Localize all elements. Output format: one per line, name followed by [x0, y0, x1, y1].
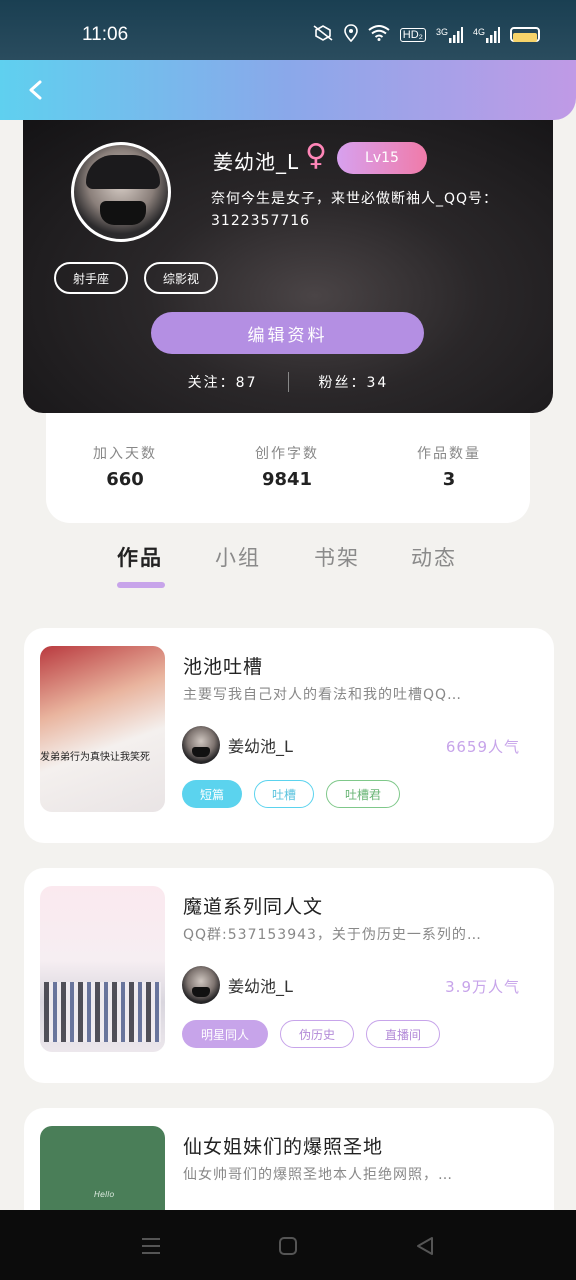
- stat-works-count: 作品数量 3: [389, 443, 509, 490]
- author-avatar: [182, 966, 220, 1004]
- stat-value: 660: [106, 469, 144, 490]
- back-triangle-icon: [417, 1237, 433, 1255]
- work-card[interactable]: 魔道系列同人文 QQ群:537153943，关于伪历史一系列的… 姜幼池_L 3…: [24, 868, 554, 1083]
- work-description: QQ群:537153943，关于伪历史一系列的…: [183, 927, 482, 943]
- username: 姜幼池_L: [213, 150, 300, 174]
- active-tab-indicator: [117, 582, 165, 588]
- stat-label: 加入天数: [93, 446, 157, 462]
- stat-value: 9841: [261, 469, 313, 490]
- work-author[interactable]: 姜幼池_L: [182, 966, 293, 1004]
- profile-bio: 奈何今生是女子，来世必做断袖人_QQ号：3122357716: [211, 191, 499, 229]
- work-tag[interactable]: 吐槽: [254, 780, 314, 808]
- stat-value: 3: [442, 469, 456, 490]
- work-tag[interactable]: 伪历史: [280, 1020, 354, 1048]
- work-popularity: 3.9万人气: [445, 978, 520, 996]
- profile-tags: 射手座 综影视: [54, 262, 218, 294]
- stat-word-count: 创作字数 9841: [227, 443, 347, 490]
- tab-groups[interactable]: 小组: [215, 542, 261, 572]
- profile-tag-interest[interactable]: 综影视: [144, 262, 218, 294]
- tab-works[interactable]: 作品: [117, 542, 163, 572]
- author-name: 姜幼池_L: [228, 977, 293, 996]
- work-cover-image[interactable]: [40, 886, 165, 1052]
- menu-icon: [142, 1238, 160, 1254]
- avatar[interactable]: [71, 142, 171, 242]
- header-bar: [0, 60, 576, 120]
- work-tags: 短篇 吐槽 吐槽君: [182, 780, 400, 808]
- work-card[interactable]: 发弟弟行为真快让我笑死 池池吐槽 主要写我自己对人的看法和我的吐槽QQ… 姜幼池…: [24, 628, 554, 843]
- hd-badge-icon: HD₂: [399, 27, 426, 42]
- work-tag[interactable]: 明星同人: [182, 1020, 268, 1048]
- profile-tag-zodiac[interactable]: 射手座: [54, 262, 128, 294]
- home-nav-button[interactable]: [274, 1232, 302, 1260]
- signal-3g-icon: 3G: [436, 26, 463, 43]
- stat-label: 创作字数: [255, 446, 319, 462]
- profile-card: 姜幼池_L ♀ Lv15 奈何今生是女子，来世必做断袖人_QQ号：3122357…: [23, 120, 553, 413]
- work-tag[interactable]: 短篇: [182, 780, 242, 808]
- back-nav-button[interactable]: [411, 1232, 439, 1260]
- stat-days-joined: 加入天数 660: [65, 443, 185, 490]
- author-avatar: [182, 726, 220, 764]
- system-nav-bar: [0, 1210, 576, 1280]
- status-bar: 11:06 HD₂ 3G 4G: [0, 0, 576, 60]
- tab-activity[interactable]: 动态: [411, 542, 457, 572]
- back-button[interactable]: [18, 72, 54, 108]
- home-square-icon: [279, 1237, 297, 1255]
- work-author[interactable]: 姜幼池_L: [182, 726, 293, 764]
- work-cover-image[interactable]: 发弟弟行为真快让我笑死: [40, 646, 165, 812]
- work-description: 主要写我自己对人的看法和我的吐槽QQ…: [183, 687, 463, 703]
- signal-4g-icon: 4G: [473, 26, 500, 43]
- stat-label: 作品数量: [417, 446, 481, 462]
- work-cover-image[interactable]: Hello: [40, 1126, 165, 1216]
- following-count[interactable]: 关注：87: [158, 372, 288, 392]
- work-description: 仙女帅哥们的爆照圣地本人拒绝网照，…: [183, 1167, 453, 1183]
- work-title[interactable]: 仙女姐妹们的爆照圣地: [183, 1132, 383, 1159]
- work-tag[interactable]: 吐槽君: [326, 780, 400, 808]
- menu-nav-button[interactable]: [137, 1232, 165, 1260]
- cover-caption: Hello: [94, 1190, 115, 1199]
- author-name: 姜幼池_L: [228, 737, 293, 756]
- chevron-left-icon: [29, 80, 42, 100]
- work-tag[interactable]: 直播间: [366, 1020, 440, 1048]
- content-tabs: 作品 小组 书架 动态: [0, 538, 576, 600]
- mute-vibrate-icon: [312, 24, 334, 45]
- level-badge: Lv15: [337, 142, 427, 174]
- work-tags: 明星同人 伪历史 直播间: [182, 1020, 440, 1048]
- wifi-icon: [368, 25, 390, 44]
- status-time: 11:06: [82, 24, 129, 45]
- followers-count[interactable]: 粉丝：34: [289, 372, 419, 392]
- work-popularity: 6659人气: [445, 738, 520, 756]
- work-title[interactable]: 魔道系列同人文: [183, 892, 323, 919]
- cover-caption: 发弟弟行为真快让我笑死: [40, 752, 150, 763]
- stats-card: 加入天数 660 创作字数 9841 作品数量 3: [46, 413, 530, 523]
- work-title[interactable]: 池池吐槽: [183, 652, 263, 679]
- status-icons: HD₂ 3G 4G: [312, 24, 540, 45]
- battery-icon: [510, 27, 540, 42]
- follow-stats: 关注：87 粉丝：34: [23, 372, 553, 392]
- location-icon: [343, 24, 358, 45]
- edit-profile-button[interactable]: 编辑资料: [151, 312, 424, 354]
- female-gender-icon: ♀: [305, 138, 327, 173]
- tab-bookshelf[interactable]: 书架: [314, 542, 360, 572]
